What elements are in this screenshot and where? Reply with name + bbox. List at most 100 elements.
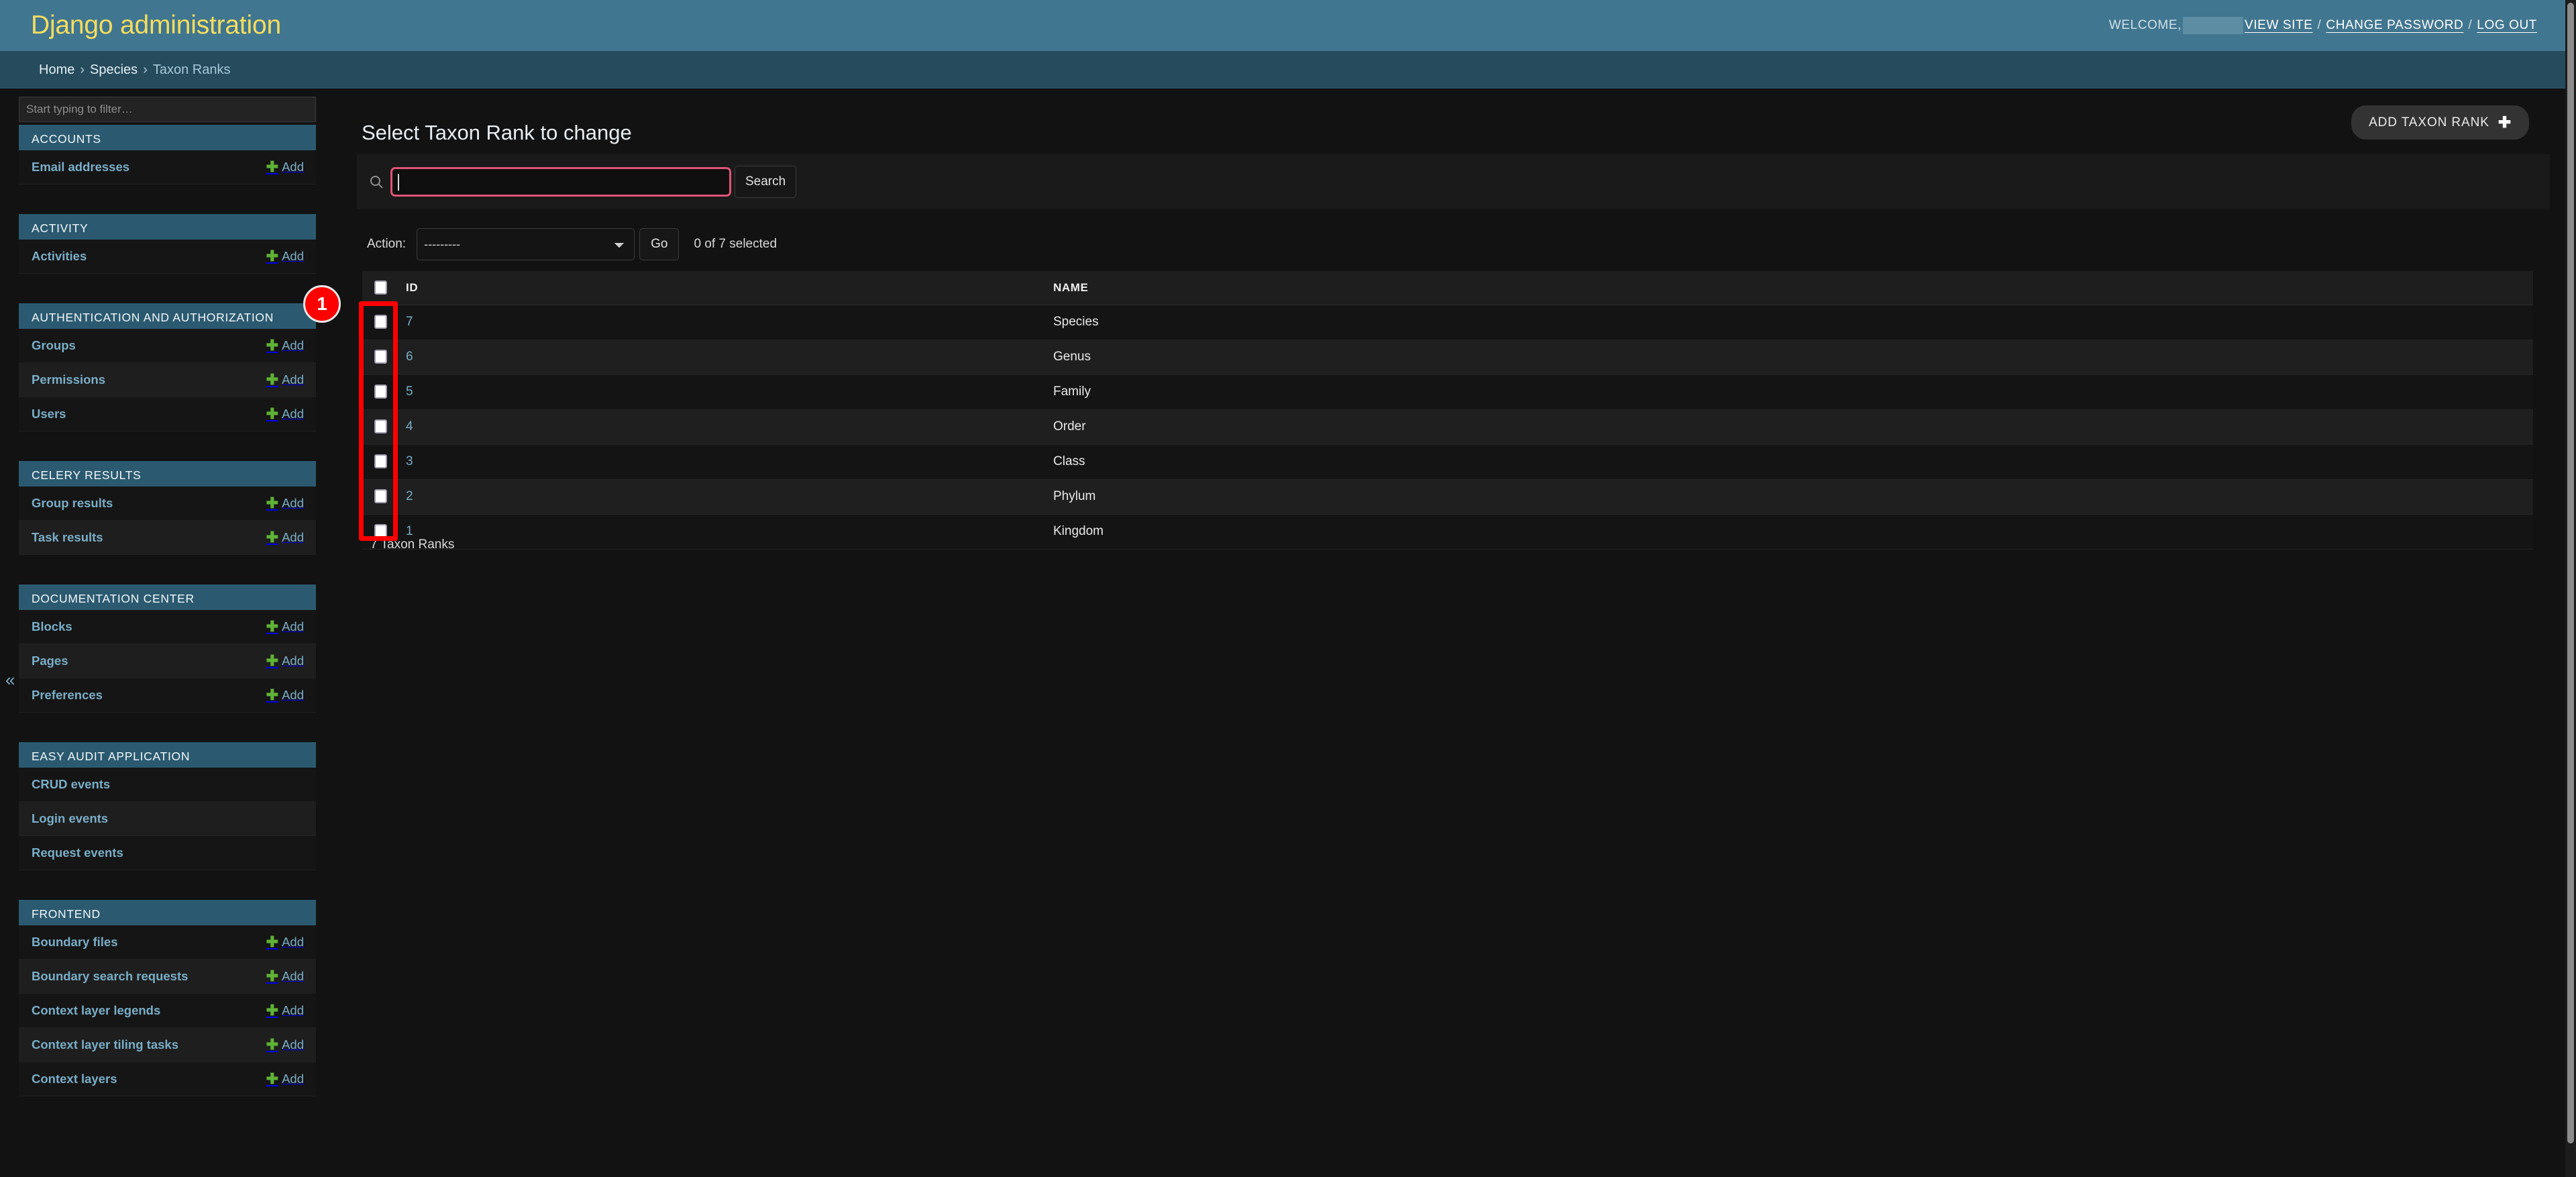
search-button[interactable]: Search [735, 166, 797, 198]
sidebar-item-label[interactable]: Users [32, 407, 66, 421]
row-select-checkbox[interactable] [374, 419, 387, 434]
page-scrollbar-thumb[interactable] [2567, 3, 2574, 1143]
row-id-link[interactable]: 5 [406, 385, 413, 399]
sidebar-item-label[interactable]: Task results [32, 530, 103, 545]
breadcrumb-separator-1: › [80, 62, 85, 77]
row-id-link[interactable]: 1 [406, 524, 413, 538]
sidebar-item-label[interactable]: CRUD events [32, 777, 110, 792]
sidebar-item-boundary-search-requests[interactable]: Boundary search requests ✚ Add [19, 960, 316, 994]
sidebar-add-link[interactable]: ✚ Add [266, 935, 304, 950]
sidebar-item-permissions[interactable]: Permissions ✚ Add [19, 363, 316, 397]
sidebar-item-users[interactable]: Users ✚ Add [19, 397, 316, 431]
branding: Django administration [31, 11, 281, 40]
sidebar-add-link[interactable]: ✚ Add [266, 338, 304, 353]
plus-icon: ✚ [266, 968, 279, 984]
sidebar-item-label[interactable]: Context layer legends [32, 1003, 160, 1018]
sidebar-add-link[interactable]: ✚ Add [266, 530, 304, 545]
sidebar-add-link[interactable]: ✚ Add [266, 1037, 304, 1052]
search-input[interactable] [390, 167, 731, 197]
row-id-link[interactable]: 7 [406, 315, 413, 329]
sidebar-item-label[interactable]: Boundary files [32, 935, 118, 950]
main-content: Select Taxon Rank to change ADD TAXON RA… [316, 89, 2565, 1177]
row-id-link[interactable]: 6 [406, 350, 413, 364]
change-password-link[interactable]: CHANGE PASSWORD [2326, 18, 2463, 33]
column-header-id[interactable]: ID [399, 271, 1046, 305]
sidebar-item-crud-events[interactable]: CRUD events [19, 768, 316, 802]
annotation-step-badge: 1 [303, 285, 341, 323]
sidebar-item-preferences[interactable]: Preferences ✚ Add [19, 678, 316, 713]
row-select-checkbox[interactable] [374, 385, 387, 399]
sidebar-item-pages[interactable]: Pages ✚ Add [19, 644, 316, 678]
sidebar-item-context-layers[interactable]: Context layers ✚ Add [19, 1062, 316, 1096]
row-select-checkbox[interactable] [374, 524, 387, 539]
sidebar-item-label[interactable]: Preferences [32, 688, 103, 703]
sidebar-add-link[interactable]: ✚ Add [266, 688, 304, 703]
sidebar-add-link[interactable]: ✚ Add [266, 654, 304, 668]
sidebar-add-link[interactable]: ✚ Add [266, 969, 304, 984]
sidebar-item-label[interactable]: Login events [32, 811, 108, 826]
row-select-checkbox[interactable] [374, 315, 387, 329]
sidebar-item-label[interactable]: Blocks [32, 619, 72, 634]
sidebar-item-label[interactable]: Activities [32, 249, 87, 264]
sidebar-item-blocks[interactable]: Blocks ✚ Add [19, 610, 316, 644]
page-title: Select Taxon Rank to change [362, 120, 632, 144]
sidebar-app-caption: FRONTEND [19, 900, 316, 925]
sidebar-item-login-events[interactable]: Login events [19, 802, 316, 836]
sidebar-item-task-results[interactable]: Task results ✚ Add [19, 521, 316, 555]
sidebar-add-link[interactable]: ✚ Add [266, 619, 304, 634]
sidebar-add-link[interactable]: ✚ Add [266, 1003, 304, 1018]
sidebar-add-link[interactable]: ✚ Add [266, 160, 304, 174]
sidebar-add-link[interactable]: ✚ Add [266, 1072, 304, 1086]
sidebar-item-context-layer-legends[interactable]: Context layer legends ✚ Add [19, 994, 316, 1028]
cell-name: Genus [1046, 340, 2533, 375]
row-id-link[interactable]: 4 [406, 419, 413, 433]
sidebar-item-label[interactable]: Group results [32, 496, 113, 511]
sidebar-item-label[interactable]: Request events [32, 846, 123, 860]
site-title[interactable]: Django administration [31, 11, 281, 40]
sidebar-item-groups[interactable]: Groups ✚ Add [19, 329, 316, 363]
row-id-link[interactable]: 3 [406, 454, 413, 468]
sidebar-add-link[interactable]: ✚ Add [266, 496, 304, 511]
username-redacted [2183, 17, 2244, 34]
sidebar-add-label: Add [282, 496, 304, 510]
sidebar-item-label[interactable]: Context layers [32, 1072, 117, 1086]
sidebar-add-label: Add [282, 338, 304, 352]
sidebar-add-link[interactable]: ✚ Add [266, 249, 304, 264]
sidebar-item-label[interactable]: Groups [32, 338, 76, 353]
action-go-button[interactable]: Go [639, 228, 680, 260]
sidebar-filter-input[interactable] [19, 97, 316, 122]
table-row: 6 Genus [362, 340, 2533, 375]
sidebar-item-label[interactable]: Boundary search requests [32, 969, 188, 984]
breadcrumb-separator-2: › [143, 62, 148, 77]
search-input-wrapper [390, 167, 731, 197]
sidebar-add-link[interactable]: ✚ Add [266, 372, 304, 387]
sidebar-item-group-results[interactable]: Group results ✚ Add [19, 487, 316, 521]
sidebar-item-email-addresses[interactable]: Email addresses ✚ Add [19, 150, 316, 185]
sidebar-item-context-layer-tiling-tasks[interactable]: Context layer tiling tasks ✚ Add [19, 1028, 316, 1062]
sidebar-add-link[interactable]: ✚ Add [266, 407, 304, 421]
sidebar-item-request-events[interactable]: Request events [19, 836, 316, 870]
log-out-link[interactable]: LOG OUT [2477, 18, 2537, 33]
table-row: 5 Family [362, 374, 2533, 410]
row-select-checkbox[interactable] [374, 489, 387, 504]
column-header-name[interactable]: NAME [1046, 271, 2533, 305]
row-select-checkbox[interactable] [374, 350, 387, 364]
cell-name: Kingdom [1046, 514, 2533, 550]
view-site-link[interactable]: VIEW SITE [2245, 18, 2312, 33]
sidebar-module-gap [19, 431, 316, 461]
breadcrumb-app[interactable]: Species [90, 62, 138, 78]
row-select-checkbox[interactable] [374, 454, 387, 469]
sidebar-item-boundary-files[interactable]: Boundary files ✚ Add [19, 925, 316, 960]
sidebar-item-label[interactable]: Permissions [32, 372, 105, 387]
sidebar-item-label[interactable]: Email addresses [32, 160, 129, 174]
add-taxon-rank-button[interactable]: ADD TAXON RANK ✚ [2351, 105, 2529, 140]
action-select[interactable]: --------- [417, 228, 635, 260]
select-all-checkbox[interactable] [374, 280, 387, 295]
sidebar-collapse-toggle-icon[interactable]: « [5, 671, 15, 688]
sidebar-item-label[interactable]: Context layer tiling tasks [32, 1037, 178, 1052]
sidebar-item-activities[interactable]: Activities ✚ Add [19, 240, 316, 274]
sidebar-item-label[interactable]: Pages [32, 654, 68, 668]
row-id-link[interactable]: 2 [406, 489, 413, 503]
page-scrollbar[interactable] [2565, 0, 2576, 1177]
breadcrumb-home[interactable]: Home [39, 62, 74, 78]
